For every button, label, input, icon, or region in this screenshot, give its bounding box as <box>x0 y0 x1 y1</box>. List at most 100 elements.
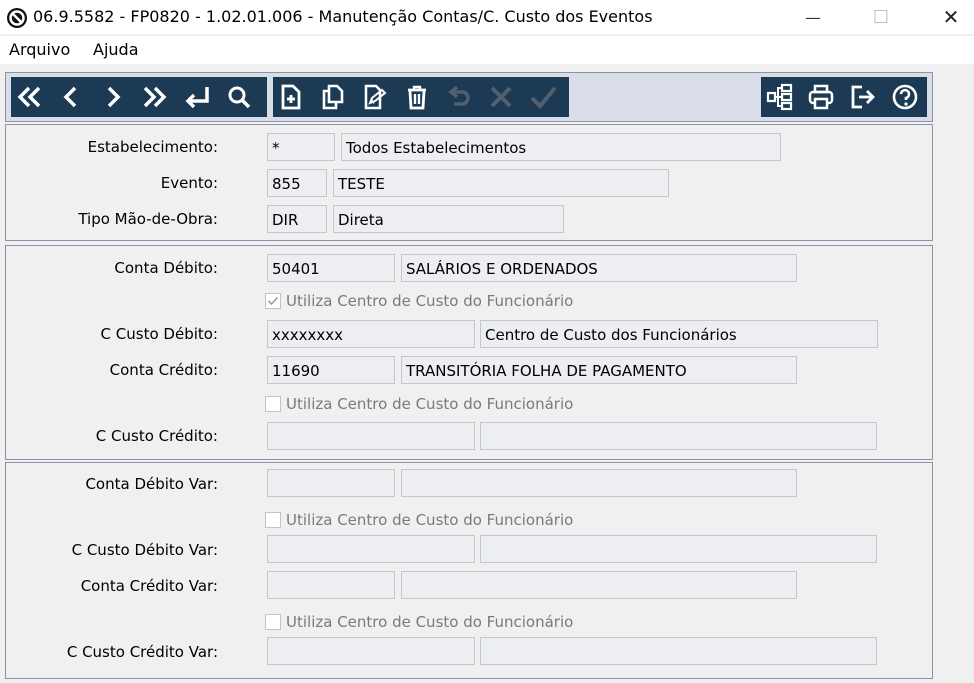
conta-debito-var-label: Conta Débito Var: <box>85 475 218 493</box>
header-panel: Estabelecimento: * Todos Estabelecimento… <box>5 124 933 241</box>
confirm-icon <box>530 86 557 109</box>
accounts-panel: Conta Débito: 50401 SALÁRIOS E ORDENADOS… <box>5 245 933 460</box>
minimize-button[interactable]: — <box>790 0 836 34</box>
window-title: 06.9.5582 - FP0820 - 1.02.01.006 - Manut… <box>33 7 653 26</box>
evento-label: Evento: <box>160 174 218 192</box>
next-icon <box>107 86 121 108</box>
ccusto-credito-desc-field <box>480 422 877 450</box>
checkbox-box[interactable] <box>265 396 281 412</box>
svg-text:A: A <box>369 97 375 106</box>
toolbar: A <box>5 72 933 122</box>
maximize-button[interactable]: ☐ <box>858 0 904 34</box>
tipo-mao-de-obra-code-field[interactable]: DIR <box>267 205 327 233</box>
minimize-icon: — <box>805 7 821 27</box>
navigation-toolbar-group <box>11 77 267 117</box>
utiliza-ccusto-debito-checkbox[interactable]: Utiliza Centro de Custo do Funcionário <box>265 292 573 310</box>
estabelecimento-code-field[interactable]: * <box>267 133 335 161</box>
print-icon <box>808 84 834 110</box>
app-logo-icon <box>7 8 27 28</box>
exit-icon <box>851 85 875 109</box>
tipo-mao-de-obra-desc-field: Direta <box>333 205 564 233</box>
ccusto-debito-var-code-field[interactable] <box>267 535 475 563</box>
ccusto-credito-var-desc-field <box>480 637 877 665</box>
goto-icon <box>185 87 209 109</box>
prev-icon <box>63 86 77 108</box>
close-window-button[interactable]: ✕ <box>928 0 974 34</box>
menu-arquivo[interactable]: Arquivo <box>9 40 70 59</box>
first-icon <box>17 86 41 108</box>
tipo-mao-de-obra-label: Tipo Mão-de-Obra: <box>78 210 218 228</box>
help-button[interactable] <box>889 81 921 113</box>
conta-debito-desc-field: SALÁRIOS E ORDENADOS <box>401 254 797 282</box>
next-record-button[interactable] <box>97 81 129 113</box>
evento-desc-field: TESTE <box>333 169 669 197</box>
conta-credito-label: Conta Crédito: <box>109 361 218 379</box>
checkbox-label: Utiliza Centro de Custo do Funcionário <box>286 292 574 310</box>
last-icon <box>143 86 167 108</box>
conta-credito-var-code-field[interactable] <box>267 571 395 599</box>
estabelecimento-desc-field: Todos Estabelecimentos <box>341 133 781 161</box>
ccusto-credito-var-code-field[interactable] <box>267 637 475 665</box>
checkbox-box[interactable] <box>265 512 281 528</box>
new-record-button[interactable] <box>275 81 307 113</box>
delete-record-button[interactable] <box>401 81 433 113</box>
help-icon <box>892 84 918 110</box>
tree-icon <box>766 83 793 111</box>
undo-icon <box>448 85 470 106</box>
menu-bar: Arquivo Ajuda <box>0 36 974 64</box>
utiliza-ccusto-credito-checkbox[interactable]: Utiliza Centro de Custo do Funcionário <box>265 395 573 413</box>
utiliza-ccusto-credito-var-checkbox[interactable]: Utiliza Centro de Custo do Funcionário <box>265 613 573 631</box>
estabelecimento-label: Estabelecimento: <box>87 138 218 156</box>
conta-credito-var-desc-field <box>401 571 797 599</box>
conta-debito-label: Conta Débito: <box>114 259 218 277</box>
print-button[interactable] <box>805 81 837 113</box>
checkbox-box[interactable] <box>265 293 281 309</box>
last-record-button[interactable] <box>139 81 171 113</box>
search-icon <box>228 86 251 109</box>
copy-record-button[interactable] <box>317 81 349 113</box>
conta-credito-var-label: Conta Crédito Var: <box>80 577 218 595</box>
ccusto-debito-var-desc-field <box>480 535 877 563</box>
delete-icon <box>408 85 426 110</box>
checkbox-label: Utiliza Centro de Custo do Funcionário <box>286 395 574 413</box>
conta-debito-code-field[interactable]: 50401 <box>267 254 395 282</box>
tree-view-button[interactable] <box>763 81 795 113</box>
previous-record-button[interactable] <box>55 81 87 113</box>
checkbox-box[interactable] <box>265 614 281 630</box>
checkbox-label: Utiliza Centro de Custo do Funcionário <box>286 511 574 529</box>
checkmark-icon <box>267 296 279 306</box>
checkbox-label: Utiliza Centro de Custo do Funcionário <box>286 613 574 631</box>
menu-ajuda[interactable]: Ajuda <box>93 40 139 59</box>
conta-debito-var-code-field[interactable] <box>267 469 395 497</box>
ccusto-credito-var-label: C Custo Crédito Var: <box>66 643 218 661</box>
ccusto-debito-var-label: C Custo Débito Var: <box>71 541 218 559</box>
variable-accounts-panel: Conta Débito Var: Utiliza Centro de Cust… <box>5 462 933 679</box>
edit-icon: A <box>364 84 387 110</box>
utility-toolbar-group <box>761 77 927 117</box>
ccusto-debito-label: C Custo Débito: <box>100 325 218 343</box>
cancel-button[interactable] <box>485 81 517 113</box>
conta-credito-code-field[interactable]: 11690 <box>267 356 395 384</box>
edit-record-button[interactable]: A <box>359 81 391 113</box>
close-icon: ✕ <box>942 5 960 29</box>
search-button[interactable] <box>223 81 255 113</box>
ccusto-credito-label: C Custo Crédito: <box>95 427 218 445</box>
copy-icon <box>322 84 344 110</box>
new-icon <box>281 84 301 110</box>
edit-toolbar-group: A <box>273 77 569 117</box>
ccusto-debito-code-field[interactable]: xxxxxxxx <box>267 320 475 348</box>
first-record-button[interactable] <box>13 81 45 113</box>
utiliza-ccusto-debito-var-checkbox[interactable]: Utiliza Centro de Custo do Funcionário <box>265 511 573 529</box>
evento-code-field[interactable]: 855 <box>267 169 327 197</box>
maximize-icon: ☐ <box>872 6 890 28</box>
goto-button[interactable] <box>181 81 213 113</box>
exit-button[interactable] <box>847 81 879 113</box>
conta-credito-desc-field: TRANSITÓRIA FOLHA DE PAGAMENTO <box>401 356 797 384</box>
undo-button[interactable] <box>443 81 475 113</box>
ccusto-debito-desc-field: Centro de Custo dos Funcionários <box>480 320 878 348</box>
title-bar: 06.9.5582 - FP0820 - 1.02.01.006 - Manut… <box>0 0 974 34</box>
cancel-icon <box>490 86 512 108</box>
ccusto-credito-code-field[interactable] <box>267 422 475 450</box>
confirm-button[interactable] <box>527 81 559 113</box>
conta-debito-var-desc-field <box>401 469 797 497</box>
